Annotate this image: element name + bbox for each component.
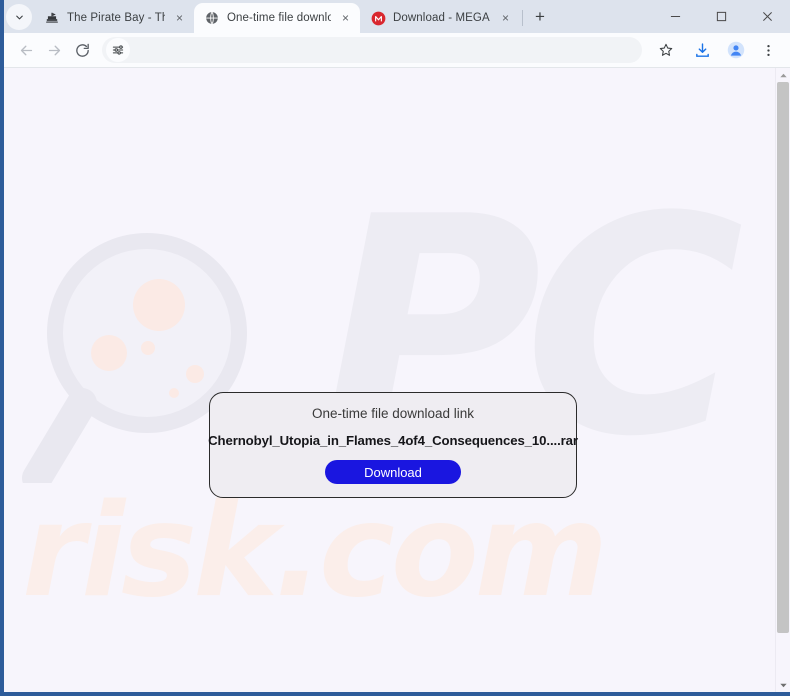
address-bar[interactable] [102,37,642,63]
tab-download-mega[interactable]: Download - MEGA × [360,3,520,33]
page-viewport: PC risk.com One-time file download link … [4,68,790,692]
minimize-button[interactable] [652,0,698,33]
tab-search-button[interactable] [6,4,32,30]
maximize-button[interactable] [698,0,744,33]
star-outline-icon [659,43,673,56]
tab-strip: The Pirate Bay - The galaxy's m × One-ti… [4,0,790,33]
download-button[interactable]: Download [325,460,461,484]
tab-close-button[interactable]: × [497,10,514,27]
pirate-ship-icon [44,10,60,26]
chevron-down-icon [15,15,23,19]
arrow-left-icon [20,45,32,55]
browser-window: The Pirate Bay - The galaxy's m × One-ti… [0,0,790,696]
downloads-button[interactable] [688,36,716,64]
window-controls [652,0,790,33]
reload-button[interactable] [68,36,96,64]
tab-close-button[interactable]: × [337,10,354,27]
scrollbar-thumb[interactable] [777,82,789,633]
close-window-button[interactable] [744,0,790,33]
download-tray-icon [695,42,709,57]
globe-icon [204,10,220,26]
page-scrollbar[interactable] [775,68,790,692]
bookmark-button[interactable] [652,36,680,64]
tab-title: The Pirate Bay - The galaxy's m [67,12,165,24]
web-page-content: PC risk.com One-time file download link … [4,68,775,692]
profile-button[interactable] [722,36,750,64]
page-settings-button[interactable] [106,38,130,62]
tune-sliders-icon [112,45,124,55]
caret-down-icon [779,683,787,687]
tab-pirate-bay[interactable]: The Pirate Bay - The galaxy's m × [34,3,194,33]
tab-title: One-time file download link [227,12,331,24]
maximize-icon [716,11,726,22]
forward-button[interactable] [40,36,68,64]
download-dialog-card: One-time file download link Chernobyl_Ut… [208,392,578,498]
browser-menu-button[interactable] [754,36,782,64]
address-input[interactable] [130,43,638,57]
three-dot-menu-icon [766,44,770,56]
minimize-icon [670,15,680,18]
browser-toolbar [4,33,790,68]
tab-title: Download - MEGA [393,12,490,24]
tab-one-time-file-download-link[interactable]: One-time file download link × [194,3,360,33]
dialog-heading: One-time file download link [311,406,475,421]
scrollbar-down-arrow[interactable] [776,678,790,692]
tab-close-button[interactable]: × [171,10,188,27]
new-tab-button[interactable]: + [527,4,553,30]
mega-logo-icon [370,10,386,26]
tab-divider [522,10,523,26]
reload-icon [75,43,89,57]
pcrisk-domain-watermark: risk.com [22,477,608,626]
scrollbar-up-arrow[interactable] [776,68,790,82]
caret-up-icon [779,73,787,77]
profile-avatar-icon [727,41,745,59]
arrow-right-icon [48,45,60,55]
dialog-filename: Chernobyl_Utopia_in_Flames_4of4_Conseque… [208,433,578,448]
back-button[interactable] [12,36,40,64]
close-icon [762,12,772,21]
